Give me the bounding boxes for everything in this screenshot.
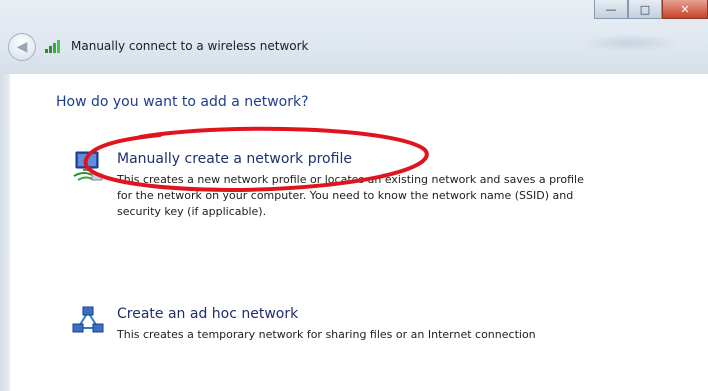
window-title: Manually connect to a wireless network [71, 39, 309, 53]
description-line: This creates a temporary network for sha… [117, 328, 536, 341]
title-bar: — □ ✕ ◀ Manually connect to a wireless n… [0, 0, 708, 74]
description-line: This creates a new network profile or lo… [117, 173, 584, 186]
back-button[interactable]: ◀ [8, 33, 36, 61]
option-manual-profile-title[interactable]: Manually create a network profile [117, 151, 352, 167]
maximize-button[interactable]: □ [628, 0, 662, 19]
option-adhoc-network-title[interactable]: Create an ad hoc network [117, 306, 298, 322]
close-button[interactable]: ✕ [662, 0, 708, 19]
window-left-edge [0, 74, 10, 391]
page-heading: How do you want to add a network? [56, 94, 309, 110]
adhoc-network-icon [72, 306, 104, 333]
window-controls: — □ ✕ [594, 0, 708, 20]
option-adhoc-network-desc: This creates a temporary network for sha… [117, 327, 657, 343]
network-profile-icon [73, 151, 103, 181]
back-arrow-icon: ◀ [16, 39, 28, 55]
description-line: security key (if applicable). [117, 205, 267, 218]
title-bar-glass [580, 34, 680, 52]
wireless-signal-icon [45, 40, 60, 53]
content-area [10, 74, 708, 391]
minimize-button[interactable]: — [594, 0, 628, 19]
option-manual-profile-desc: This creates a new network profile or lo… [117, 172, 657, 220]
description-line: for the network on your computer. You ne… [117, 189, 574, 202]
